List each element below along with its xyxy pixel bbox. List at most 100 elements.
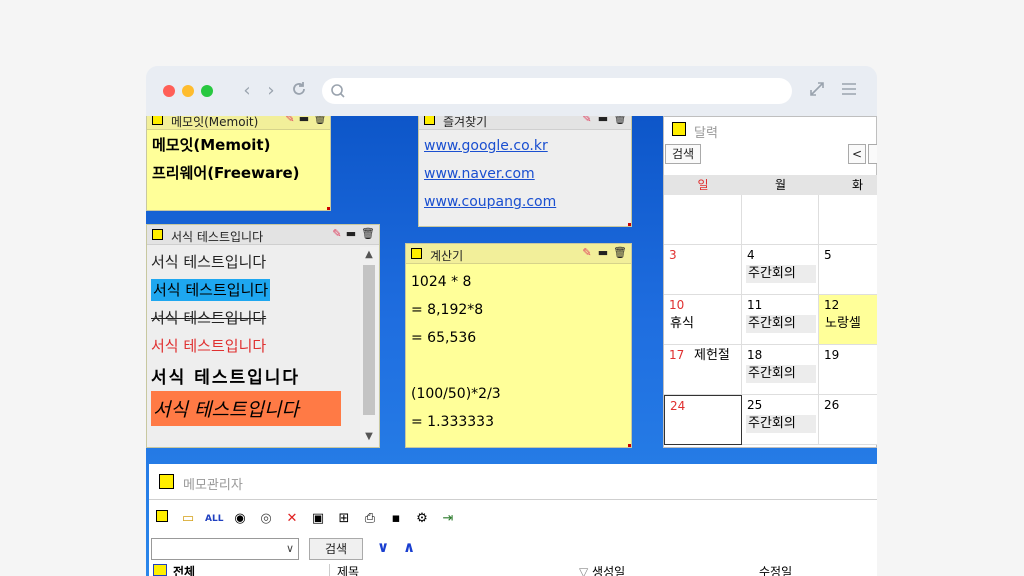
calendar-day-cell[interactable] xyxy=(819,195,877,245)
hide-icon[interactable]: ◎ xyxy=(257,510,275,528)
calendar-day-cell[interactable]: 25 주간회의 xyxy=(742,395,819,445)
save-icon[interactable]: ▪ xyxy=(387,510,405,528)
expand-icon[interactable] xyxy=(806,80,828,102)
trash-icon[interactable]: 🗑 xyxy=(613,116,627,126)
calendar-day-cell[interactable]: 26 xyxy=(819,395,877,445)
exit-icon[interactable]: ⇥ xyxy=(439,510,457,528)
reload-icon[interactable] xyxy=(288,80,310,102)
note-color-icon[interactable] xyxy=(152,116,163,125)
minimize-icon[interactable]: ▬ xyxy=(597,116,609,126)
calendar-day-cell[interactable] xyxy=(664,195,742,245)
calendar-event[interactable]: 주간회의 xyxy=(746,415,816,433)
note-header[interactable]: 계산기 ✎ ▬ 🗑 xyxy=(406,244,631,264)
filter-select[interactable]: ∨ xyxy=(151,538,299,560)
note-memoit[interactable]: 메모잇(Memoit) ✎ ▬ 🗑 메모잇(Memoit) 프리웨어(Freew… xyxy=(146,116,331,211)
calendar-day-cell[interactable]: 11 주간회의 xyxy=(742,295,819,345)
calendar-day-cell[interactable]: 4 주간회의 xyxy=(742,245,819,295)
column-created[interactable]: ▽ 생성일 xyxy=(579,563,625,576)
calendar-day-cell[interactable]: 5 xyxy=(819,245,877,295)
calendar-day-cell[interactable]: 18 주간회의 xyxy=(742,345,819,395)
calendar-day-number: 5 xyxy=(824,248,832,262)
calendar-day-cell[interactable]: 3 xyxy=(664,245,742,295)
monitor-icon[interactable]: ▣ xyxy=(309,510,327,528)
address-bar[interactable] xyxy=(322,78,792,104)
back-icon[interactable]: ‹ xyxy=(236,80,258,102)
manager-search-button[interactable]: 검색 xyxy=(309,538,363,560)
dow-monday: 월 xyxy=(742,175,819,195)
pin-icon[interactable]: ✎ xyxy=(581,246,593,260)
pin-icon[interactable]: ✎ xyxy=(581,116,593,126)
scroll-thumb[interactable] xyxy=(363,265,375,415)
memo-manager-window[interactable]: 메모관리자 ▭ ALL ◉ ◎ ✕ ▣ ⊞ ⎙ ▪ ⚙ ⇥ ∨ 검색 ∨ ∧ 전… xyxy=(149,464,877,576)
calendar-day-cell[interactable]: 17 제헌절 xyxy=(664,345,742,395)
calc-line: = 8,192*8 xyxy=(411,302,484,318)
trash-icon[interactable]: 🗑 xyxy=(613,246,627,260)
note-scrollbar[interactable]: ▲ ▼ xyxy=(360,247,378,447)
calendar-day-cell[interactable] xyxy=(742,195,819,245)
note-color-icon[interactable] xyxy=(424,116,435,125)
select-all-icon[interactable]: ALL xyxy=(205,510,223,528)
pin-icon[interactable]: ✎ xyxy=(284,116,296,126)
import-icon[interactable]: ⊞ xyxy=(335,510,353,528)
calendar-event[interactable]: 노랑셀 xyxy=(823,315,877,333)
calendar-event[interactable]: 휴식 xyxy=(668,315,739,333)
note-color-icon[interactable] xyxy=(152,229,163,240)
show-icon[interactable]: ◉ xyxy=(231,510,249,528)
print-icon[interactable]: ⎙ xyxy=(361,510,379,528)
note-favorites[interactable]: 즐겨찾기 ✎ ▬ 🗑 www.google.co.kr www.naver.co… xyxy=(418,116,632,227)
minimize-icon[interactable]: ▬ xyxy=(345,227,357,241)
note-format-test[interactable]: 서식 테스트입니다 ✎ ▬ 🗑 서식 테스트입니다 서식 테스트입니다 서식 테… xyxy=(146,224,380,448)
tree-root-label[interactable]: 전체 xyxy=(173,563,195,576)
resize-handle[interactable] xyxy=(628,223,631,226)
calendar-color-icon[interactable] xyxy=(672,122,686,136)
new-note-icon[interactable] xyxy=(153,510,171,528)
scroll-up-icon[interactable]: ▲ xyxy=(362,249,376,263)
pin-icon[interactable]: ✎ xyxy=(331,227,343,241)
maximize-window-button[interactable] xyxy=(201,85,213,97)
calendar-day-cell[interactable]: 12 노랑셀 xyxy=(819,295,877,345)
calendar-window[interactable]: 달력 검색 < 일 월 화 3 4 주간회의 5 10 휴식 11 주간회의 12 노랑셀 17 제헌… xyxy=(663,116,877,448)
delete-icon[interactable]: ✕ xyxy=(283,510,301,528)
prev-up-icon[interactable]: ∧ xyxy=(403,538,415,556)
calendar-next-button[interactable] xyxy=(868,144,877,164)
note-header[interactable]: 즐겨찾기 ✎ ▬ 🗑 xyxy=(419,116,631,130)
trash-icon[interactable]: 🗑 xyxy=(361,227,375,241)
link-google[interactable]: www.google.co.kr xyxy=(424,138,626,166)
note-header[interactable]: 서식 테스트입니다 ✎ ▬ 🗑 xyxy=(147,225,379,245)
trash-icon[interactable]: 🗑 xyxy=(313,116,327,126)
dow-tuesday: 화 xyxy=(819,175,877,195)
minimize-window-button[interactable] xyxy=(182,85,194,97)
calendar-header[interactable]: 달력 xyxy=(664,117,876,141)
calendar-event[interactable]: 주간회의 xyxy=(746,315,816,333)
link-naver[interactable]: www.naver.com xyxy=(424,166,626,194)
calendar-event[interactable]: 제헌절 xyxy=(692,347,739,365)
manager-header[interactable]: 메모관리자 xyxy=(149,464,877,500)
column-modified[interactable]: 수정일 xyxy=(759,563,792,576)
calendar-day-number: 24 xyxy=(670,399,686,413)
menu-icon[interactable] xyxy=(838,80,860,102)
folder-icon[interactable]: ▭ xyxy=(179,510,197,528)
calendar-event[interactable]: 주간회의 xyxy=(746,365,816,383)
link-coupang[interactable]: www.coupang.com xyxy=(424,194,626,222)
close-window-button[interactable] xyxy=(163,85,175,97)
resize-handle[interactable] xyxy=(327,207,330,210)
calendar-day-cell[interactable]: 24 xyxy=(664,395,742,445)
minimize-icon[interactable]: ▬ xyxy=(298,116,310,126)
column-title[interactable]: 제목 xyxy=(337,563,359,576)
calendar-search-button[interactable]: 검색 xyxy=(665,144,701,164)
calendar-event[interactable]: 주간회의 xyxy=(746,265,816,283)
settings-icon[interactable]: ⚙ xyxy=(413,510,431,528)
next-down-icon[interactable]: ∨ xyxy=(377,538,389,556)
scroll-down-icon[interactable]: ▼ xyxy=(362,431,376,445)
note-header[interactable]: 메모잇(Memoit) ✎ ▬ 🗑 xyxy=(147,116,330,130)
minimize-icon[interactable]: ▬ xyxy=(597,246,609,260)
forward-icon[interactable]: › xyxy=(260,80,282,102)
note-color-icon[interactable] xyxy=(411,248,422,259)
resize-handle[interactable] xyxy=(628,444,631,447)
manager-color-icon[interactable] xyxy=(159,474,174,489)
calendar-day-cell[interactable]: 19 xyxy=(819,345,877,395)
calendar-prev-button[interactable]: < xyxy=(848,144,866,164)
note-calculator[interactable]: 계산기 ✎ ▬ 🗑 1024 * 8 = 8,192*8 = 65,536 (1… xyxy=(405,243,632,448)
note-title: 즐겨찾기 xyxy=(443,116,488,129)
calendar-day-cell[interactable]: 10 휴식 xyxy=(664,295,742,345)
